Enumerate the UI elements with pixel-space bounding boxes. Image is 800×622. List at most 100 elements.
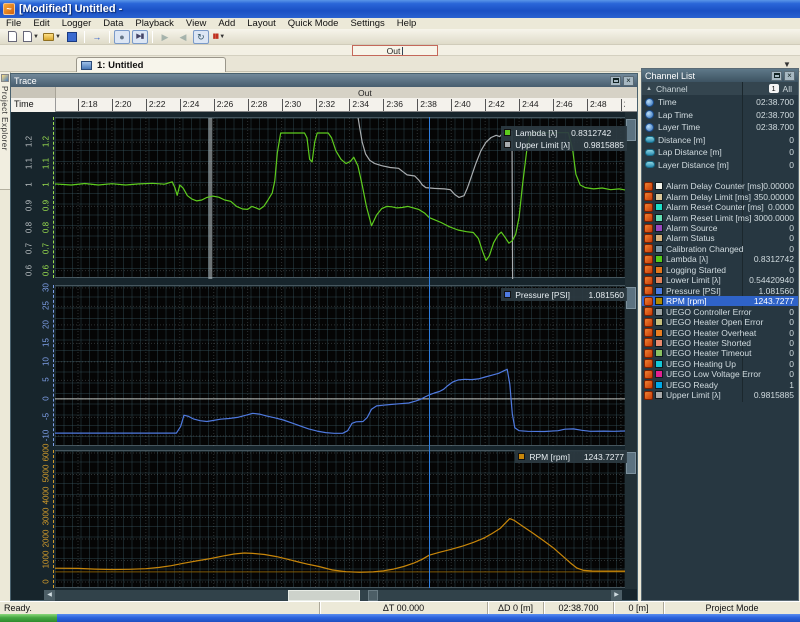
channel-row[interactable]: Alarm Reset Counter [ms]0.0000 [642, 202, 798, 212]
status-cell-3: 0 [m] [613, 602, 663, 615]
sort-ascending-icon[interactable]: ▲ [646, 86, 652, 92]
trace-close-button[interactable]: × [623, 76, 634, 86]
channel-row[interactable]: UEGO Low Voltage Error0 [642, 369, 798, 379]
channel-row[interactable]: UEGO Heater Timeout0 [642, 348, 798, 358]
record-button[interactable]: ● [114, 30, 130, 44]
channel-column-header[interactable]: Channel [656, 84, 761, 94]
channel-row[interactable]: Calibration Changed0 [642, 244, 798, 254]
tab-untitled[interactable]: 1: Untitled [76, 57, 226, 72]
alarm-icon [644, 391, 653, 400]
play-button[interactable]: ▶ [157, 30, 173, 44]
new-file-icon [23, 31, 32, 42]
time-tick-2-38: 2:38 [417, 99, 437, 111]
rpm-scroll-thumb[interactable] [626, 452, 636, 474]
alarm-icon [644, 297, 653, 306]
new-log-button[interactable] [4, 30, 20, 44]
rewind-button[interactable]: ◀ [175, 30, 191, 44]
channel-value: 0 [789, 369, 794, 379]
time-tick-2-26: 2:26 [214, 99, 234, 111]
channel-value: 02:38.700 [756, 97, 794, 107]
channel-row[interactable]: Lower Limit [λ]0.54420940 [642, 275, 798, 285]
pressure-chart[interactable] [55, 285, 625, 446]
section-name-field[interactable]: Out [352, 45, 438, 56]
channel-label: Lap Time [658, 110, 693, 120]
menu-logger[interactable]: Logger [56, 18, 98, 29]
channel-list-header[interactable]: ▲ Channel 1 All [642, 82, 798, 95]
channel-row[interactable]: Alarm Reset Limit [ms]3000.0000 [642, 212, 798, 222]
channel-row[interactable]: Distance [m]0 [642, 134, 798, 147]
channel-value: 0.0000 [768, 202, 794, 212]
menu-data[interactable]: Data [97, 18, 129, 29]
scroll-left-icon[interactable]: ◀ [44, 590, 55, 601]
channel-value: 0 [789, 147, 794, 157]
open-button[interactable]: ▼ [42, 30, 62, 44]
channel-row[interactable]: Layer Distance [m]0 [642, 159, 798, 172]
trace-doc-icon [81, 61, 92, 70]
menu-view[interactable]: View [180, 18, 212, 29]
channel-label: UEGO Ready [666, 380, 718, 390]
menu-quick-mode[interactable]: Quick Mode [282, 18, 345, 29]
horizontal-scroll-thumb[interactable] [288, 590, 360, 601]
menu-file[interactable]: File [0, 18, 27, 29]
channel-row[interactable]: UEGO Heater Open Error0 [642, 317, 798, 327]
menu-layout[interactable]: Layout [241, 18, 282, 29]
channel-color-swatch [655, 214, 663, 222]
channel-list-titlebar[interactable]: Channel List × [642, 69, 798, 82]
channel-row[interactable]: Alarm Delay Counter [ms]0.00000 [642, 181, 798, 191]
menu-edit[interactable]: Edit [27, 18, 55, 29]
channel-row[interactable]: UEGO Controller Error0 [642, 306, 798, 316]
save-button[interactable] [64, 30, 80, 44]
pressure-scroll-thumb[interactable] [626, 287, 636, 309]
channel-row[interactable]: Alarm Source0 [642, 223, 798, 233]
trace-titlebar[interactable]: Trace × [11, 74, 637, 87]
alarm-icon [644, 192, 653, 201]
channel-list-restore-button[interactable] [771, 71, 782, 81]
channel-row[interactable]: Upper Limit [λ]0.9815885 [642, 390, 798, 400]
alarm-icon [644, 265, 653, 274]
scrollbar-handle-box[interactable] [368, 590, 378, 601]
channel-label: UEGO Heater Timeout [666, 348, 752, 358]
channel-color-swatch [655, 234, 663, 242]
lambda-scroll-thumb[interactable] [626, 119, 636, 141]
channel-value: 0 [789, 160, 794, 170]
legend-row: Upper Limit [λ]0.9815885 [504, 139, 624, 150]
channel-row[interactable]: Lambda [λ]0.8312742 [642, 254, 798, 264]
play-pause-button[interactable]: ▶▮ [132, 30, 148, 44]
menu-help[interactable]: Help [391, 18, 423, 29]
channel-row[interactable]: Lap Distance [m]0 [642, 146, 798, 159]
channel-list-close-button[interactable]: × [784, 71, 795, 81]
menu-settings[interactable]: Settings [344, 18, 390, 29]
group-number-badge[interactable]: 1 [769, 84, 779, 93]
menu-add[interactable]: Add [212, 18, 241, 29]
channel-row[interactable]: UEGO Heating Up0 [642, 359, 798, 369]
channel-row[interactable]: Alarm Delay Limit [ms]350.00000 [642, 191, 798, 201]
channel-row[interactable]: UEGO Ready1 [642, 380, 798, 390]
time-cursor-line[interactable] [429, 117, 430, 588]
marker-button[interactable]: ▮▮▼ [211, 30, 227, 44]
channel-row[interactable]: Logging Started0 [642, 265, 798, 275]
channel-row[interactable]: UEGO Heater Overheat0 [642, 327, 798, 337]
scroll-right-icon[interactable]: ▶ [611, 590, 622, 601]
channel-row[interactable]: Lap Time02:38.700 [642, 109, 798, 122]
channel-row[interactable]: RPM [rpm]1243.7277 [642, 296, 798, 306]
channel-row[interactable]: Alarm Status0 [642, 233, 798, 243]
alarm-icon [644, 276, 653, 285]
menu-playback[interactable]: Playback [129, 18, 180, 29]
channel-row[interactable]: Layer Time02:38.700 [642, 121, 798, 134]
menubar: FileEditLoggerDataPlaybackViewAddLayoutQ… [0, 18, 800, 29]
alarm-icon [644, 359, 653, 368]
project-explorer-icon [1, 74, 9, 82]
trace-restore-button[interactable] [610, 76, 621, 86]
toolbar-separator [84, 31, 85, 43]
new-window-button[interactable]: ▼ [22, 30, 40, 44]
titlebar: ~ [Modified] Untitled - [0, 0, 800, 18]
rpm-chart[interactable] [55, 450, 625, 588]
channel-row[interactable]: Pressure [PSI]1.081560 [642, 286, 798, 296]
channel-value: 0 [789, 223, 794, 233]
export-button[interactable]: → [89, 30, 105, 44]
channel-row[interactable]: Time02:38.700 [642, 96, 798, 109]
filter-all-label[interactable]: All [783, 84, 792, 94]
loop-button[interactable]: ↻ [193, 30, 209, 44]
time-tick-2-24: 2:24 [180, 99, 200, 111]
channel-row[interactable]: UEGO Heater Shorted0 [642, 338, 798, 348]
